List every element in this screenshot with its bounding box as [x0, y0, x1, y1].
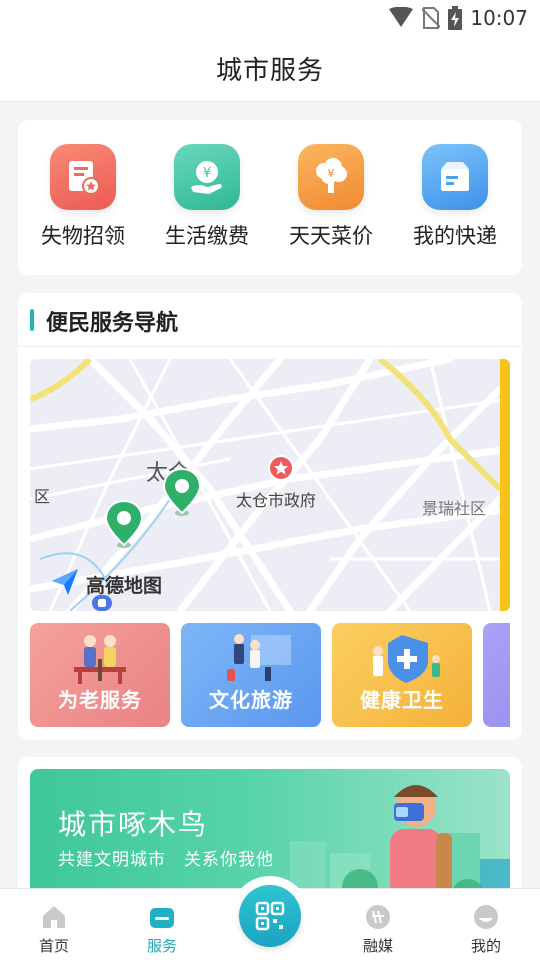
bus-stop-icon	[92, 595, 112, 611]
header: 城市服务	[0, 36, 540, 102]
banner-subtitle: 共建文明城市 关系你我他	[58, 850, 274, 870]
quick-service-lost-found[interactable]: 失物招领	[28, 144, 138, 254]
scan-button[interactable]	[239, 885, 301, 947]
tab-label: 首页	[38, 937, 69, 955]
quick-service-label: 生活缴费	[165, 224, 249, 248]
profile-icon	[474, 905, 498, 929]
map-provider-logo: 高德地图	[86, 575, 163, 597]
tab-profile[interactable]: 我的	[441, 889, 531, 960]
map-label-district: 区	[34, 487, 51, 506]
quick-service-label: 失物招领	[41, 224, 125, 248]
quick-service-vegetable-price[interactable]: ¥ 天天菜价	[276, 144, 386, 254]
package-icon	[422, 144, 488, 210]
map-view[interactable]: 太仓 区 太仓市政府 景瑞社区 高德地图	[30, 359, 510, 611]
elderly-illustration-icon	[74, 635, 126, 684]
location-pin-icon[interactable]	[162, 467, 202, 517]
tab-home[interactable]: 首页	[9, 889, 99, 960]
map-label-community: 景瑞社区	[422, 499, 487, 518]
quick-service-bill-payment[interactable]: ¥ 生活缴费	[152, 144, 262, 254]
tab-label: 服务	[146, 937, 177, 955]
battery-charging-icon	[448, 6, 463, 30]
tile-more-service[interactable]	[483, 623, 510, 727]
home-icon	[43, 906, 65, 928]
svg-text:¥: ¥	[328, 167, 335, 180]
scan-icon	[255, 901, 285, 931]
quick-service-label: 天天菜价	[289, 224, 373, 248]
tab-label: 融媒	[362, 937, 393, 955]
svg-text:¥: ¥	[203, 166, 211, 181]
tile-label: 为老服务	[58, 688, 142, 712]
quick-services-card: 失物招领 ¥ 生活缴费 ¥ 天天菜价 我的快递	[18, 120, 522, 275]
tile-culture-tourism[interactable]: 文化旅游	[181, 623, 321, 727]
tourism-illustration-icon	[227, 634, 291, 681]
signal-icon	[389, 7, 414, 27]
amap-logo-icon	[52, 569, 78, 595]
health-illustration-icon	[373, 635, 440, 683]
quick-service-package[interactable]: 我的快递	[400, 144, 510, 254]
no-sim-icon	[422, 7, 441, 29]
tile-health[interactable]: 健康卫生	[332, 623, 472, 727]
status-time: 10:07	[470, 6, 528, 30]
status-icons: 10:07	[388, 5, 528, 31]
section-header: 便民服务导航	[18, 293, 522, 347]
media-icon	[366, 905, 390, 929]
lost-found-icon	[50, 144, 116, 210]
tab-label: 我的	[470, 937, 501, 955]
bill-payment-icon: ¥	[174, 144, 240, 210]
tile-label: 健康卫生	[360, 688, 444, 712]
banner-title: 城市啄木鸟	[58, 808, 209, 841]
service-tiles: 为老服务 文化旅游 健康卫生	[30, 623, 510, 727]
vegetable-price-icon: ¥	[298, 144, 364, 210]
tile-elderly-service[interactable]: 为老服务	[30, 623, 170, 727]
map-label-government: 太仓市政府	[236, 491, 317, 510]
page-title: 城市服务	[215, 56, 324, 86]
tile-label: 文化旅游	[209, 688, 293, 712]
status-bar: 10:07	[0, 0, 540, 36]
service-navigation-card: 便民服务导航 太仓 区 太仓市政府 景瑞社区 高德地图 为老服务 文化旅游 健康…	[18, 293, 522, 740]
tab-media[interactable]: 融媒	[333, 889, 423, 960]
government-marker-icon	[268, 455, 294, 481]
quick-service-label: 我的快递	[413, 224, 497, 248]
tab-service[interactable]: 服务	[117, 889, 207, 960]
location-pin-icon[interactable]	[104, 499, 144, 549]
service-icon	[150, 908, 174, 928]
section-title: 便民服务导航	[46, 311, 179, 336]
section-accent-bar	[30, 309, 34, 331]
